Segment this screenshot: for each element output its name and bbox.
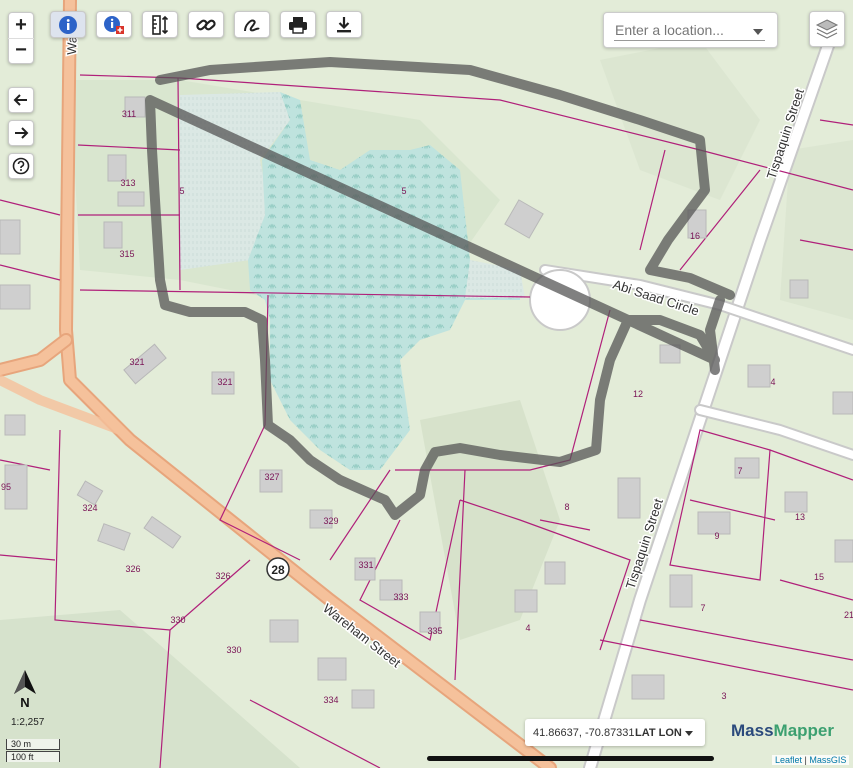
parcel-label: 330 — [226, 645, 241, 655]
location-search-input[interactable]: Enter a location... — [615, 22, 724, 38]
parcel-label: 333 — [393, 592, 408, 602]
massmapper-logo: MassMapper — [731, 721, 834, 741]
scale-imperial: 100 ft — [6, 751, 60, 762]
parcel-label: 8 — [564, 502, 569, 512]
parcel-label: 16 — [690, 231, 700, 241]
parcel-label: 324 — [82, 503, 97, 513]
draw-icon — [244, 19, 260, 31]
link-tool-button[interactable] — [188, 11, 224, 38]
arrow-right-icon — [15, 127, 29, 139]
brand-part-2: Mapper — [773, 721, 834, 740]
parcel-label: 15 — [814, 572, 824, 582]
layers-button[interactable] — [809, 11, 845, 47]
zoom-control: + − — [8, 12, 34, 64]
forward-button[interactable] — [8, 120, 34, 146]
map-canvas[interactable]: 28 Abi Saad Circle Tispaquin Street Tisp… — [0, 0, 853, 768]
coordinate-value: 41.86637, -70.87331 — [533, 727, 635, 739]
parcel-label: 326 — [125, 564, 140, 574]
arrow-left-icon — [13, 94, 27, 106]
parcel-label: 9 — [714, 531, 719, 541]
coordinate-mode-select[interactable]: LAT LON — [635, 727, 682, 739]
parcel-label: 4 — [770, 377, 775, 387]
parcel-label: 7 — [700, 603, 705, 613]
print-icon — [289, 16, 307, 34]
parcel-label: 5 — [401, 186, 406, 196]
north-arrow-icon: N — [14, 670, 36, 708]
coordinate-display: 41.86637, -70.87331 LAT LON — [525, 719, 705, 746]
chevron-down-icon[interactable] — [753, 29, 763, 35]
measure-tool-button[interactable] — [142, 11, 178, 38]
parcel-label: 311 — [122, 109, 136, 119]
parcel-label: 321 — [217, 377, 232, 387]
help-button[interactable] — [8, 153, 34, 179]
measure-icon — [152, 14, 169, 35]
parcel-label: 331 — [358, 560, 373, 570]
parcel-label: 329 — [323, 516, 338, 526]
draw-tool-button[interactable] — [234, 11, 270, 38]
chevron-down-icon[interactable] — [685, 731, 693, 736]
home-indicator[interactable] — [427, 756, 714, 761]
layers-icon — [815, 19, 839, 39]
identify-icon — [104, 15, 124, 34]
parcel-label: 313 — [120, 178, 135, 188]
print-tool-button[interactable] — [280, 11, 316, 38]
parcel-label: 7 — [737, 466, 742, 476]
parcel-label: 327 — [264, 472, 279, 482]
route-shield-label: 28 — [271, 563, 285, 577]
info-tool-button[interactable] — [50, 11, 86, 38]
scale-metric: 30 m — [6, 739, 60, 750]
north-label: N — [20, 695, 29, 708]
attribution: Leaflet | MassGIS — [772, 755, 850, 765]
parcel-label: 334 — [323, 695, 338, 705]
leaflet-link[interactable]: Leaflet — [775, 755, 802, 765]
scale-ratio: 1:2,257 — [11, 717, 45, 728]
parcel-label: 5 — [179, 186, 184, 196]
parcel-label: 326 — [215, 571, 230, 581]
zoom-out-button[interactable]: − — [8, 37, 34, 64]
parcel-label: 330 — [170, 615, 185, 625]
brand-part-1: Mass — [731, 721, 774, 740]
input-underline — [614, 40, 765, 41]
massgis-link[interactable]: MassGIS — [809, 755, 846, 765]
parcel-label: 321 — [129, 357, 144, 367]
parcel-label: 335 — [427, 626, 442, 636]
zoom-in-button[interactable]: + — [8, 13, 34, 38]
parcel-label: 3 — [721, 691, 726, 701]
location-search[interactable]: Enter a location... — [603, 12, 778, 48]
parcel-label: 315 — [119, 249, 134, 259]
download-icon — [337, 16, 351, 32]
link-icon — [196, 19, 216, 30]
info-icon — [59, 15, 77, 34]
identify-tool-button[interactable] — [96, 11, 132, 38]
question-circle-icon — [12, 157, 30, 175]
parcel-label: 12 — [633, 389, 643, 399]
parcel-label: 21 — [844, 610, 853, 620]
parcel-label: 4 — [525, 623, 530, 633]
back-button[interactable] — [8, 87, 34, 113]
parcel-label: 95 — [1, 482, 11, 492]
download-tool-button[interactable] — [326, 11, 362, 38]
parcel-label: 13 — [795, 512, 805, 522]
